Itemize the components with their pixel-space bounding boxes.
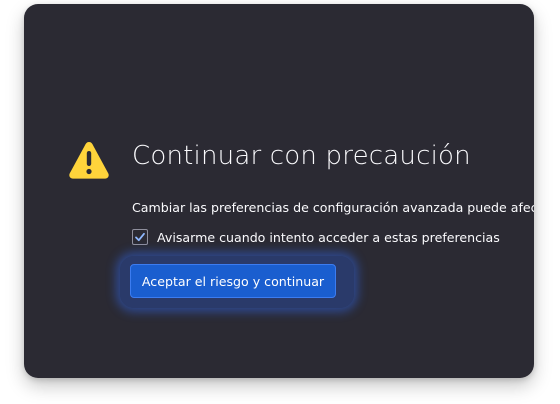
accept-risk-button[interactable]: Aceptar el riesgo y continuar <box>130 264 336 298</box>
warn-preference-checkbox-row[interactable]: Avisarme cuando intento acceder a estas … <box>132 229 500 245</box>
page-title: Continuar con precaución <box>132 141 471 171</box>
warn-checkbox[interactable] <box>132 229 148 245</box>
warning-description: Cambiar las preferencias de configuració… <box>132 200 534 215</box>
warn-checkbox-label: Avisarme cuando intento acceder a estas … <box>157 229 500 245</box>
warning-triangle-icon <box>69 142 109 179</box>
checkmark-icon <box>135 232 145 242</box>
warning-dialog: Continuar con precaución Cambiar las pre… <box>24 4 534 378</box>
